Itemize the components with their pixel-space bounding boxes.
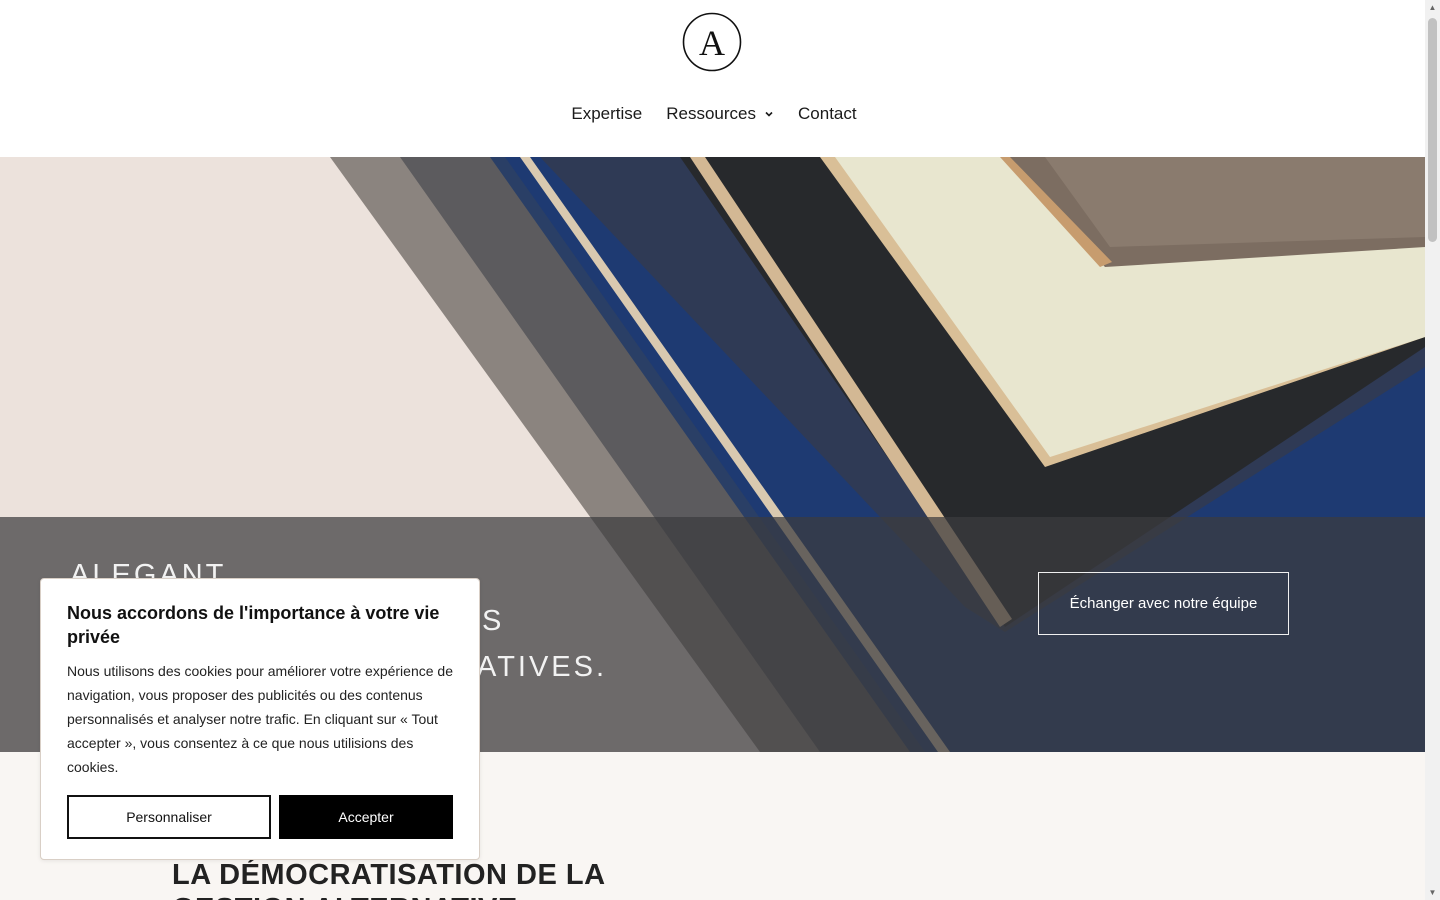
accept-button[interactable]: Accepter bbox=[279, 795, 453, 839]
scrollbar-thumb[interactable] bbox=[1428, 18, 1437, 242]
cookie-buttons: Personnaliser Accepter bbox=[67, 795, 453, 839]
nav-item-label: Contact bbox=[798, 104, 857, 123]
cookie-heading: Nous accordons de l'importance à votre v… bbox=[67, 603, 440, 647]
nav-item-label: Ressources bbox=[666, 104, 757, 123]
nav-item-label: Expertise bbox=[571, 104, 643, 123]
page-scrollbar[interactable]: ▲ ▼ bbox=[1425, 0, 1440, 900]
nav-item-contact[interactable]: Contact bbox=[798, 104, 857, 124]
logo[interactable]: A bbox=[682, 12, 742, 72]
main-nav: Expertise Ressources Contact bbox=[0, 104, 1425, 124]
scroll-up-arrow-icon[interactable]: ▲ bbox=[1428, 3, 1437, 12]
site-header: A Expertise Ressources Contact bbox=[0, 0, 1425, 157]
contact-team-button[interactable]: Échanger avec notre équipe bbox=[1038, 572, 1289, 635]
section-title: LA DÉMOCRATISATION DE LA GESTION ALTERNA… bbox=[172, 859, 605, 900]
customize-button[interactable]: Personnaliser bbox=[67, 795, 271, 839]
scroll-down-arrow-icon[interactable]: ▼ bbox=[1428, 888, 1437, 897]
chevron-down-icon bbox=[765, 111, 773, 117]
nav-item-ressources[interactable]: Ressources bbox=[666, 104, 774, 124]
nav-item-expertise[interactable]: Expertise bbox=[571, 104, 642, 124]
cookie-consent-dialog: Nous accordons de l'importance à votre v… bbox=[40, 578, 480, 860]
cookie-body: Nous utilisons des cookies pour améliore… bbox=[67, 663, 453, 775]
svg-text:A: A bbox=[699, 23, 725, 63]
